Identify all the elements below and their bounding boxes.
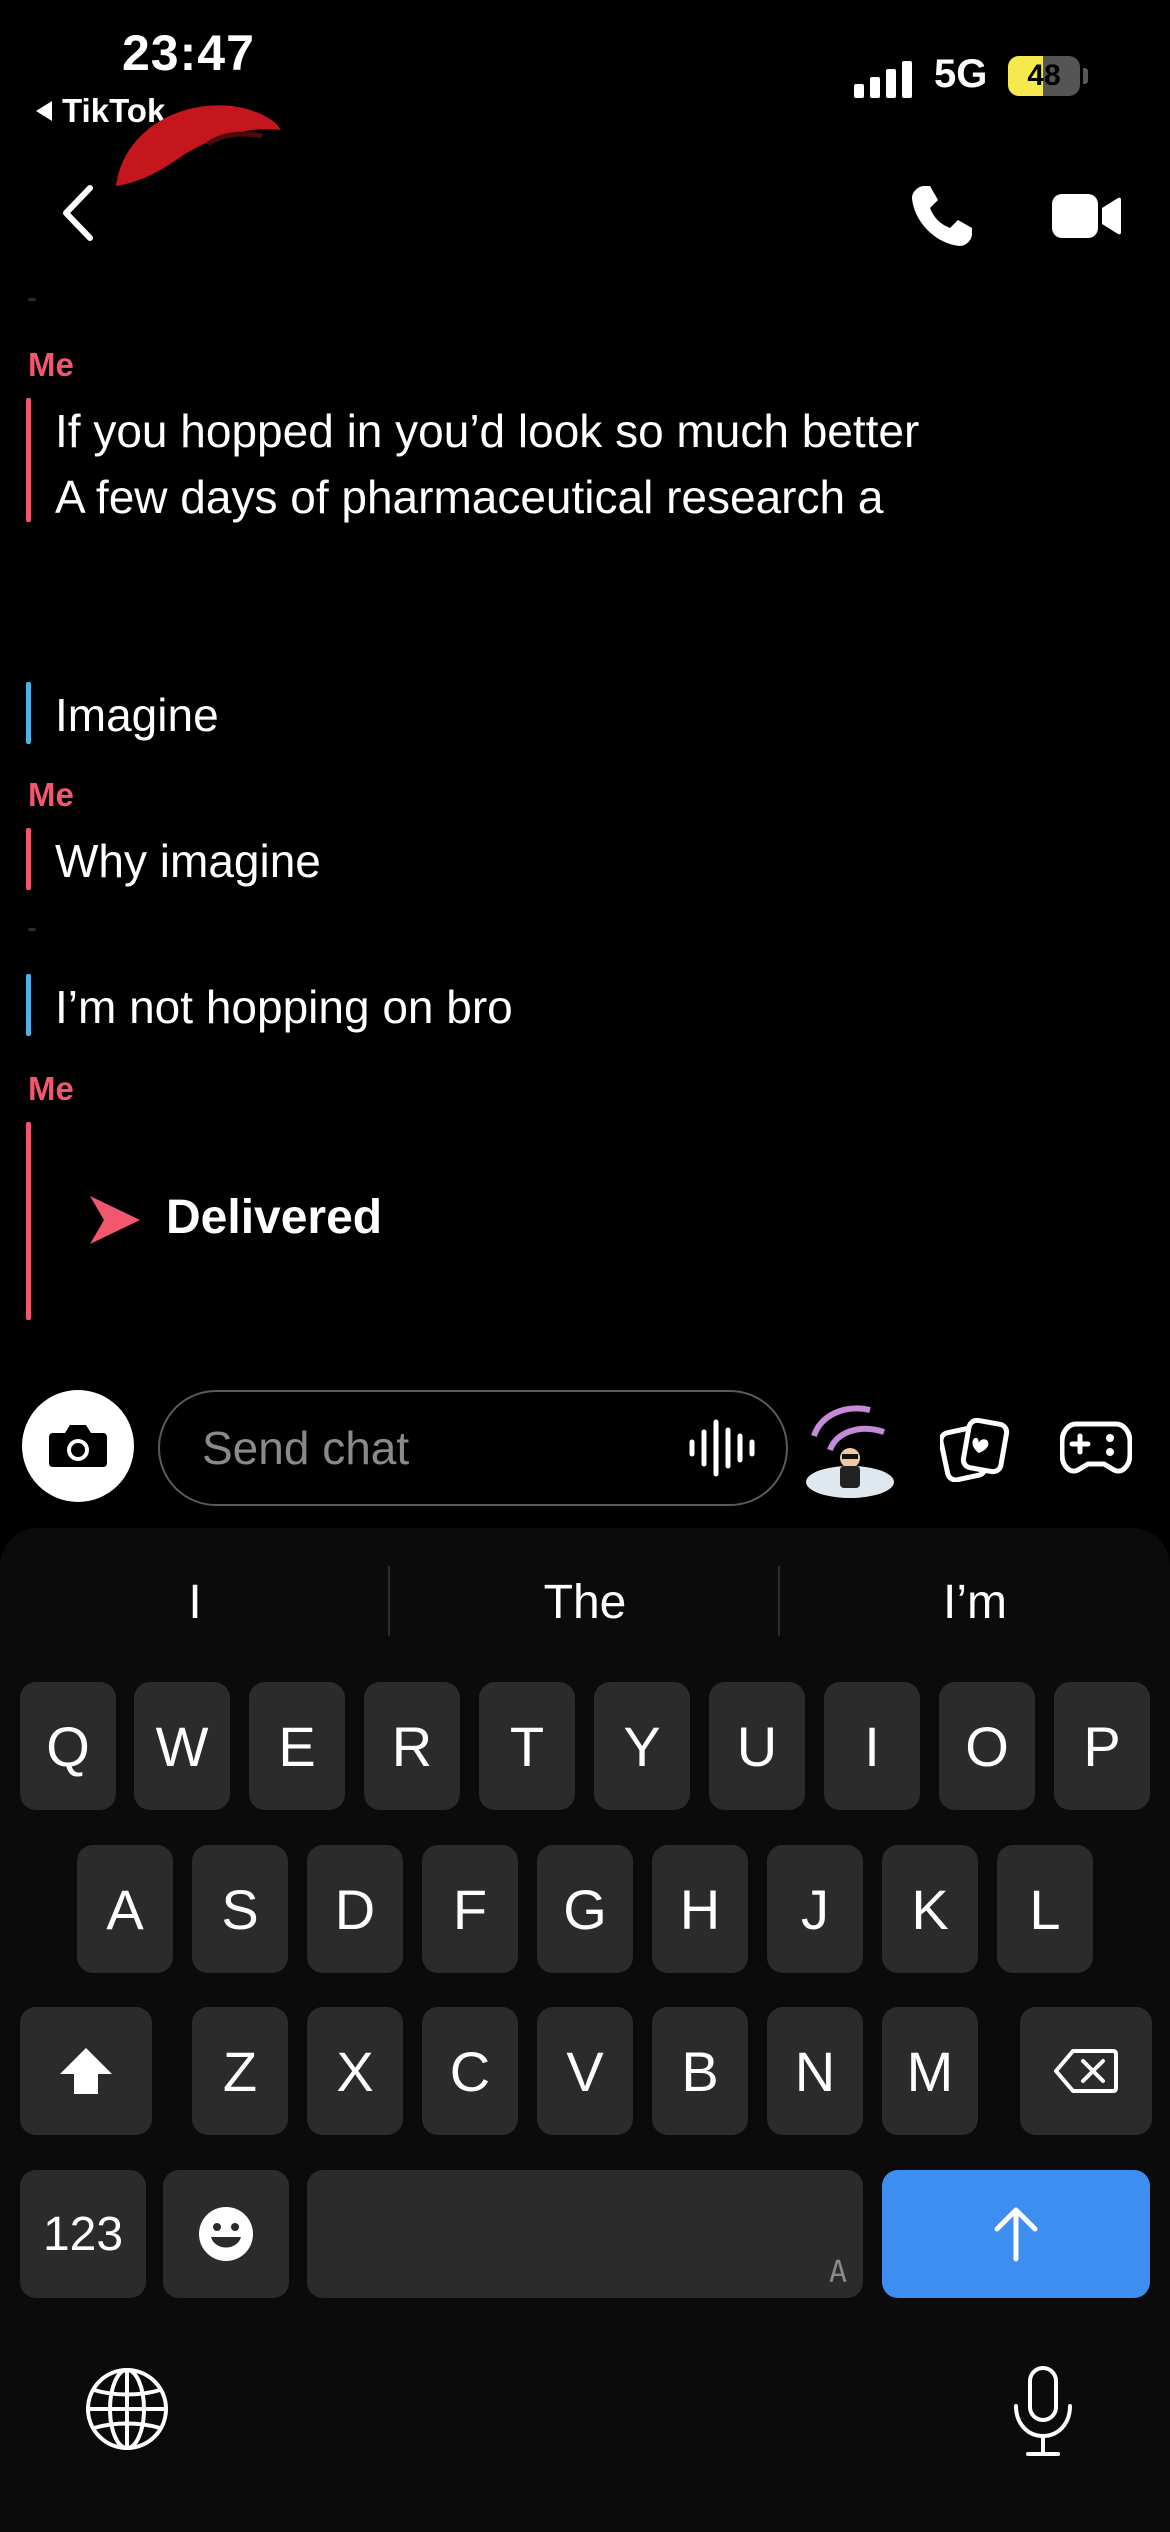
- cards-icon[interactable]: [940, 1418, 1010, 1482]
- divider: [28, 298, 36, 301]
- emoji-icon: [199, 2207, 253, 2261]
- key-i[interactable]: I: [824, 1682, 920, 1810]
- key-m[interactable]: M: [882, 2007, 978, 2135]
- shift-key[interactable]: [20, 2007, 152, 2135]
- globe-icon[interactable]: [84, 2366, 170, 2452]
- key-g[interactable]: G: [537, 1845, 633, 1973]
- sender-label-me: Me: [28, 1070, 74, 1107]
- phone-icon[interactable]: [908, 182, 976, 250]
- delivered-arrow-icon: [90, 1196, 140, 1244]
- message-bubble[interactable]: Why imagine: [26, 828, 321, 894]
- message-text: Why imagine: [55, 835, 321, 887]
- backspace-icon: [1054, 2049, 1118, 2093]
- numbers-key[interactable]: 123: [20, 2170, 146, 2298]
- key-h[interactable]: H: [652, 1845, 748, 1973]
- sender-label-me: Me: [28, 776, 74, 813]
- key-s[interactable]: S: [192, 1845, 288, 1973]
- message-text: A few days of pharmaceutical research a: [55, 471, 884, 523]
- bitmoji-sticker[interactable]: [800, 1396, 898, 1504]
- key-e[interactable]: E: [249, 1682, 345, 1810]
- key-p[interactable]: P: [1054, 1682, 1150, 1810]
- send-return-key[interactable]: [882, 2170, 1150, 2298]
- key-q[interactable]: Q: [20, 1682, 116, 1810]
- prediction-2[interactable]: The: [390, 1560, 780, 1644]
- message-text: If you hopped in you’d look so much bett…: [55, 405, 920, 457]
- key-t[interactable]: T: [479, 1682, 575, 1810]
- battery-percent: 48: [1027, 59, 1061, 92]
- key-w[interactable]: W: [134, 1682, 230, 1810]
- microphone-icon[interactable]: [1008, 2364, 1078, 2460]
- network-label: 5G: [934, 52, 988, 96]
- key-o[interactable]: O: [939, 1682, 1035, 1810]
- key-u[interactable]: U: [709, 1682, 805, 1810]
- space-hint: A: [828, 2255, 847, 2290]
- red-sticker: [116, 105, 280, 186]
- key-y[interactable]: Y: [594, 1682, 690, 1810]
- status-time: 23:47: [122, 25, 255, 81]
- send-chat-placeholder: Send chat: [202, 1422, 410, 1474]
- message-bubble[interactable]: I’m not hopping on bro: [26, 974, 513, 1040]
- game-controller-icon[interactable]: [1060, 1418, 1132, 1478]
- delivered-status: Delivered: [166, 1191, 383, 1244]
- signal-icon: [854, 60, 912, 98]
- space-key[interactable]: A: [307, 2170, 863, 2298]
- message-text: Imagine: [55, 689, 219, 741]
- sender-label-me: Me: [28, 346, 74, 383]
- prediction-1[interactable]: I: [0, 1560, 390, 1644]
- emoji-key[interactable]: [163, 2170, 289, 2298]
- back-triangle-icon: [36, 101, 52, 121]
- key-d[interactable]: D: [307, 1845, 403, 1973]
- key-r[interactable]: R: [364, 1682, 460, 1810]
- battery-icon: 48: [1008, 56, 1080, 96]
- back-arrow-icon[interactable]: [52, 178, 104, 248]
- return-arrow-icon: [994, 2207, 1038, 2262]
- key-l[interactable]: L: [997, 1845, 1093, 1973]
- message-bubble[interactable]: If you hopped in you’d look so much bett…: [26, 398, 1011, 530]
- voice-wave-icon[interactable]: [686, 1418, 760, 1478]
- key-x[interactable]: X: [307, 2007, 403, 2135]
- message-bubble[interactable]: Imagine: [26, 682, 219, 748]
- camera-icon: [49, 1425, 107, 1467]
- camera-button[interactable]: [22, 1390, 134, 1502]
- backspace-key[interactable]: [1020, 2007, 1152, 2135]
- key-n[interactable]: N: [767, 2007, 863, 2135]
- key-a[interactable]: A: [77, 1845, 173, 1973]
- key-v[interactable]: V: [537, 2007, 633, 2135]
- key-z[interactable]: Z: [192, 2007, 288, 2135]
- shift-icon: [60, 2048, 112, 2094]
- divider: [28, 928, 36, 931]
- battery-nub: [1083, 68, 1088, 84]
- key-c[interactable]: C: [422, 2007, 518, 2135]
- key-f[interactable]: F: [422, 1845, 518, 1973]
- message-text: I’m not hopping on bro: [55, 981, 513, 1033]
- key-b[interactable]: B: [652, 2007, 748, 2135]
- video-camera-icon[interactable]: [1050, 190, 1122, 242]
- key-j[interactable]: J: [767, 1845, 863, 1973]
- message-bar: [26, 1122, 31, 1320]
- prediction-3[interactable]: I’m: [780, 1560, 1170, 1644]
- key-k[interactable]: K: [882, 1845, 978, 1973]
